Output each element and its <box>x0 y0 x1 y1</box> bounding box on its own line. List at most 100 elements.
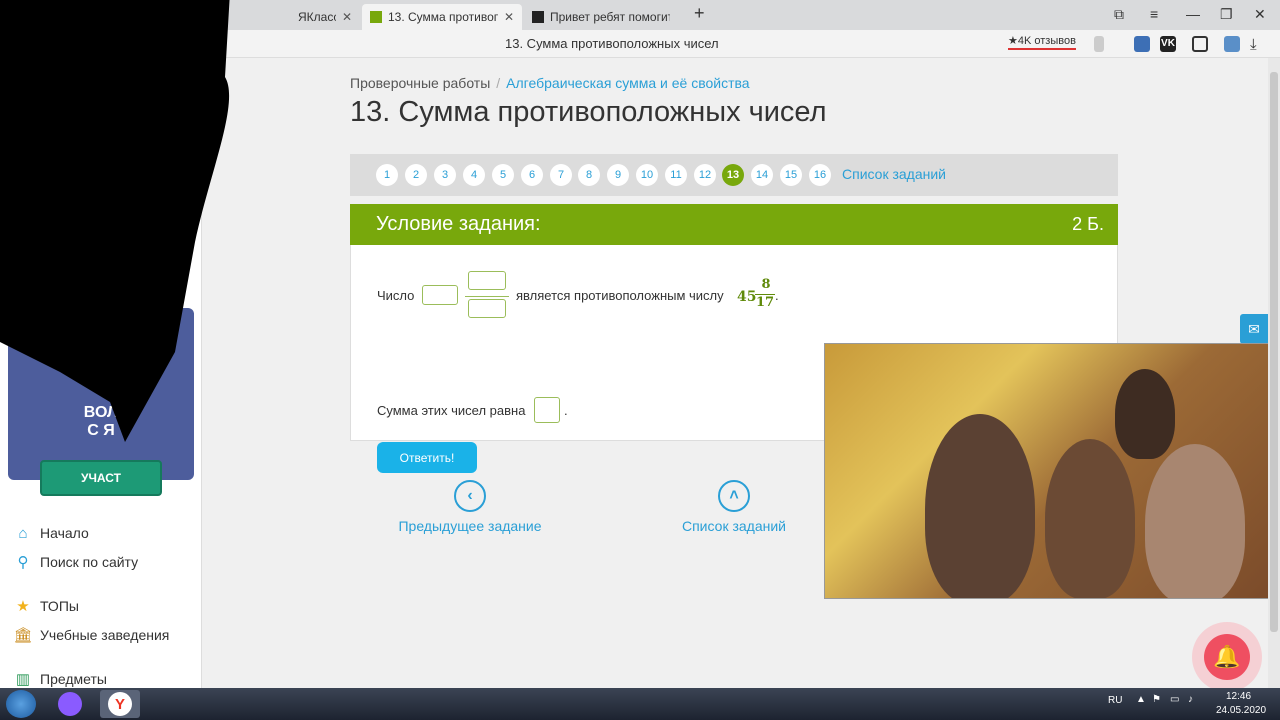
video-person-shape <box>1045 439 1135 598</box>
task-list-bottom-label: Список заданий <box>681 518 786 534</box>
sum-input[interactable] <box>534 397 560 423</box>
tab-title: 13. Сумма противоположных <box>388 10 498 24</box>
task-number-link[interactable]: 9 <box>607 164 629 186</box>
numerator-input[interactable] <box>468 271 506 290</box>
promo-participate-button[interactable]: УЧАСТ <box>40 460 162 496</box>
sidebar-item-label: Учебные заведения <box>40 627 170 643</box>
reviews-badge[interactable]: ★4K отзывов <box>1008 34 1076 50</box>
tab-close-icon[interactable]: ✕ <box>504 10 514 24</box>
chevron-left-icon: ‹ <box>454 480 486 512</box>
volume-icon[interactable]: ♪ <box>1188 694 1193 705</box>
task-number-link[interactable]: 12 <box>694 164 716 186</box>
tab-close-icon[interactable]: ✕ <box>342 10 352 24</box>
task-number-current[interactable]: 13 <box>722 164 744 186</box>
task-number-link[interactable]: 14 <box>751 164 773 186</box>
os-taskbar: Y RU ▲ ⚑ ▭ ♪ 12:46 24.05.2020 <box>0 688 1280 720</box>
znanija-favicon-icon <box>532 11 544 23</box>
question-end-period: . <box>775 288 779 303</box>
new-tab-plus-icon[interactable]: + <box>694 3 705 24</box>
task-number-link[interactable]: 10 <box>636 164 658 186</box>
video-overlay[interactable] <box>824 343 1268 599</box>
task-number-link[interactable]: 15 <box>780 164 802 186</box>
building-icon: 🏛 <box>13 627 33 644</box>
task-number-link[interactable]: 2 <box>405 164 427 186</box>
yaklass-favicon-icon <box>370 11 382 23</box>
sidebar-item-label: Предметы <box>40 671 107 687</box>
redaction-scribble <box>0 0 230 442</box>
mixed-denominator: 17 <box>755 295 775 310</box>
notification-bell-button[interactable]: 🔔 <box>1192 622 1262 688</box>
task-number-link[interactable]: 4 <box>463 164 485 186</box>
bookmarks-icon[interactable]: ⧉ <box>1114 6 1124 23</box>
question-middle: является противоположным числу <box>516 288 724 303</box>
start-button[interactable] <box>6 690 36 718</box>
video-person-shape <box>925 414 1035 598</box>
bookmark-icon[interactable] <box>1094 36 1104 52</box>
task-pagination: 1 2 3 4 5 6 7 8 9 10 11 12 13 14 15 16 С… <box>350 154 1118 196</box>
prev-task-link[interactable]: ‹ Предыдущее задание <box>380 480 560 534</box>
condition-points: 2 Б. <box>1072 214 1104 234</box>
tray-expand-icon[interactable]: ▲ <box>1136 694 1146 705</box>
search-icon: ⚲ <box>17 554 29 571</box>
breadcrumb-current-link[interactable]: Алгебраическая сумма и её свойства <box>506 75 749 91</box>
star-icon: ★ <box>16 598 30 615</box>
mixed-numerator: 8 <box>761 277 771 292</box>
tab-znanija-question[interactable]: Привет ребят помогите по <box>524 4 690 30</box>
task-list-link[interactable]: Список заданий <box>842 166 946 182</box>
mail-icon[interactable]: ✉ <box>1240 314 1268 344</box>
breadcrumb-root[interactable]: Проверочные работы <box>350 75 490 91</box>
question-line-1: Число является противоположным числу 45 … <box>377 271 797 321</box>
maximize-icon[interactable]: ❐ <box>1220 6 1233 23</box>
window-close-icon[interactable]: ✕ <box>1254 6 1266 23</box>
page-scrollbar[interactable] <box>1268 58 1280 688</box>
chat-icon[interactable] <box>1192 36 1208 52</box>
sidebar-item-search[interactable]: ⚲ Поиск по сайту <box>14 553 139 571</box>
sidebar-item-schools[interactable]: 🏛 Учебные заведения <box>13 626 170 644</box>
bell-icon: 🔔 <box>1204 634 1250 680</box>
sidebar-item-tops[interactable]: ★ ТОПы <box>14 597 79 615</box>
task-number-link[interactable]: 16 <box>809 164 831 186</box>
sum-end-period: . <box>564 403 568 418</box>
sidebar-item-label: Поиск по сайту <box>40 554 139 570</box>
tab-current-task[interactable]: 13. Сумма противоположных ✕ <box>362 4 522 30</box>
task-number-link[interactable]: 5 <box>492 164 514 186</box>
task-number-link[interactable]: 11 <box>665 164 687 186</box>
page-title: 13. Сумма противоположных чисел <box>350 96 827 128</box>
chevron-up-icon: ˄ <box>718 480 750 512</box>
download-icon[interactable]: ⤓ <box>1250 36 1266 53</box>
task-list-bottom-link[interactable]: ˄ Список заданий <box>644 480 824 534</box>
video-person-shape <box>1145 444 1245 598</box>
sum-question-text: Сумма этих чисел равна <box>377 403 526 418</box>
question-prefix: Число <box>377 288 415 303</box>
tab-title: Привет ребят помогите по <box>550 10 670 24</box>
alice-app-icon[interactable] <box>50 690 90 718</box>
sign-input[interactable] <box>422 285 458 305</box>
minimize-icon[interactable]: — <box>1186 6 1200 22</box>
network-icon[interactable]: ▭ <box>1170 694 1179 705</box>
prev-task-label: Предыдущее задание <box>398 518 542 534</box>
submit-answer-button[interactable]: Ответить! <box>377 442 477 473</box>
menu-icon[interactable]: ≡ <box>1150 6 1158 22</box>
sidebar-item-label: Начало <box>40 525 89 541</box>
task-number-link[interactable]: 6 <box>521 164 543 186</box>
condition-header: Условие задания: 2 Б. <box>350 204 1118 245</box>
task-number-link[interactable]: 1 <box>376 164 398 186</box>
breadcrumb-separator: / <box>496 75 501 91</box>
denominator-input[interactable] <box>468 299 506 318</box>
heart-extension-icon[interactable] <box>1134 36 1150 52</box>
breadcrumb: Проверочные работы / Алгебраическая сумма … <box>350 75 750 91</box>
task-number-link[interactable]: 7 <box>550 164 572 186</box>
flag-icon[interactable]: ⚑ <box>1152 694 1161 705</box>
language-indicator[interactable]: RU <box>1108 695 1122 706</box>
scrollbar-thumb[interactable] <box>1270 72 1278 632</box>
sidebar-item-label: ТОПы <box>40 598 79 614</box>
extension-icon[interactable] <box>1224 36 1240 52</box>
vk-icon[interactable]: VK <box>1160 36 1176 52</box>
task-number-link[interactable]: 8 <box>578 164 600 186</box>
clock-time[interactable]: 12:46 <box>1226 691 1251 702</box>
sidebar-item-home[interactable]: ⌂ Начало <box>14 524 89 542</box>
task-number-link[interactable]: 3 <box>434 164 456 186</box>
clock-date[interactable]: 24.05.2020 <box>1216 705 1266 716</box>
yandex-browser-icon[interactable]: Y <box>100 690 140 718</box>
sidebar-item-subjects[interactable]: ▥ Предметы <box>14 670 107 688</box>
